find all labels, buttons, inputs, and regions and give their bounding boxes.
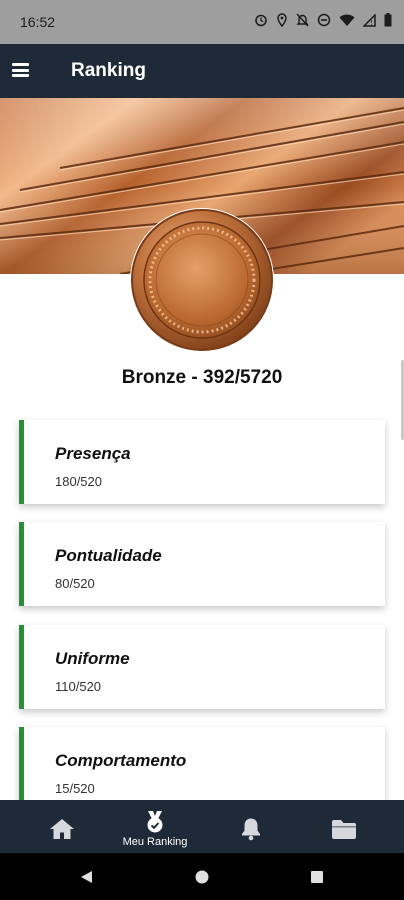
category-name: Comportamento bbox=[55, 751, 187, 770]
category-card-pontualidade[interactable]: Pontualidade 80/520 bbox=[19, 522, 385, 606]
rank-title: Bronze - 392/5720 bbox=[121, 367, 283, 388]
location-icon bbox=[276, 13, 288, 31]
battery-icon bbox=[384, 13, 392, 31]
bell-icon bbox=[242, 818, 260, 841]
category-card-comportamento[interactable]: Comportamento 15/520 bbox=[19, 727, 385, 811]
status-icons: ! bbox=[254, 12, 392, 31]
tab-meu-ranking[interactable]: Meu Ranking bbox=[115, 800, 195, 853]
recents-icon[interactable] bbox=[292, 853, 342, 900]
status-bar: 16:52 ! bbox=[0, 0, 404, 44]
category-name: Uniforme bbox=[55, 649, 130, 668]
category-score: 80/520 bbox=[55, 576, 95, 591]
category-score: 110/520 bbox=[55, 679, 102, 694]
wifi-icon bbox=[339, 14, 355, 31]
home-icon bbox=[50, 819, 74, 839]
mute-icon bbox=[296, 13, 309, 31]
ranking-medal-icon bbox=[147, 811, 163, 833]
tab-documents[interactable] bbox=[304, 800, 384, 853]
category-card-presenca[interactable]: Presença 180/520 bbox=[19, 420, 385, 504]
bronze-medal bbox=[129, 207, 275, 353]
folder-icon bbox=[332, 820, 356, 839]
do-not-disturb-icon bbox=[317, 13, 331, 31]
back-icon[interactable] bbox=[62, 853, 112, 900]
signal-icon: ! bbox=[362, 12, 376, 31]
category-score: 180/520 bbox=[55, 474, 102, 489]
category-card-uniforme[interactable]: Uniforme 110/520 bbox=[19, 625, 385, 709]
category-name: Presença bbox=[55, 444, 131, 463]
page-title: Ranking bbox=[71, 60, 146, 81]
status-time: 16:52 bbox=[20, 14, 56, 30]
tab-home[interactable] bbox=[22, 800, 102, 853]
system-nav-bar bbox=[0, 853, 404, 900]
app-bar: Ranking bbox=[0, 44, 404, 98]
bottom-nav: Meu Ranking bbox=[0, 800, 404, 853]
alarm-icon bbox=[254, 13, 268, 31]
svg-text:!: ! bbox=[370, 19, 373, 27]
home-circle-icon[interactable] bbox=[177, 853, 227, 900]
tab-label: Meu Ranking bbox=[122, 836, 188, 848]
hamburger-icon[interactable] bbox=[12, 63, 29, 77]
category-name: Pontualidade bbox=[55, 546, 162, 565]
category-score: 15/520 bbox=[55, 781, 95, 796]
tab-notifications[interactable] bbox=[211, 800, 291, 853]
